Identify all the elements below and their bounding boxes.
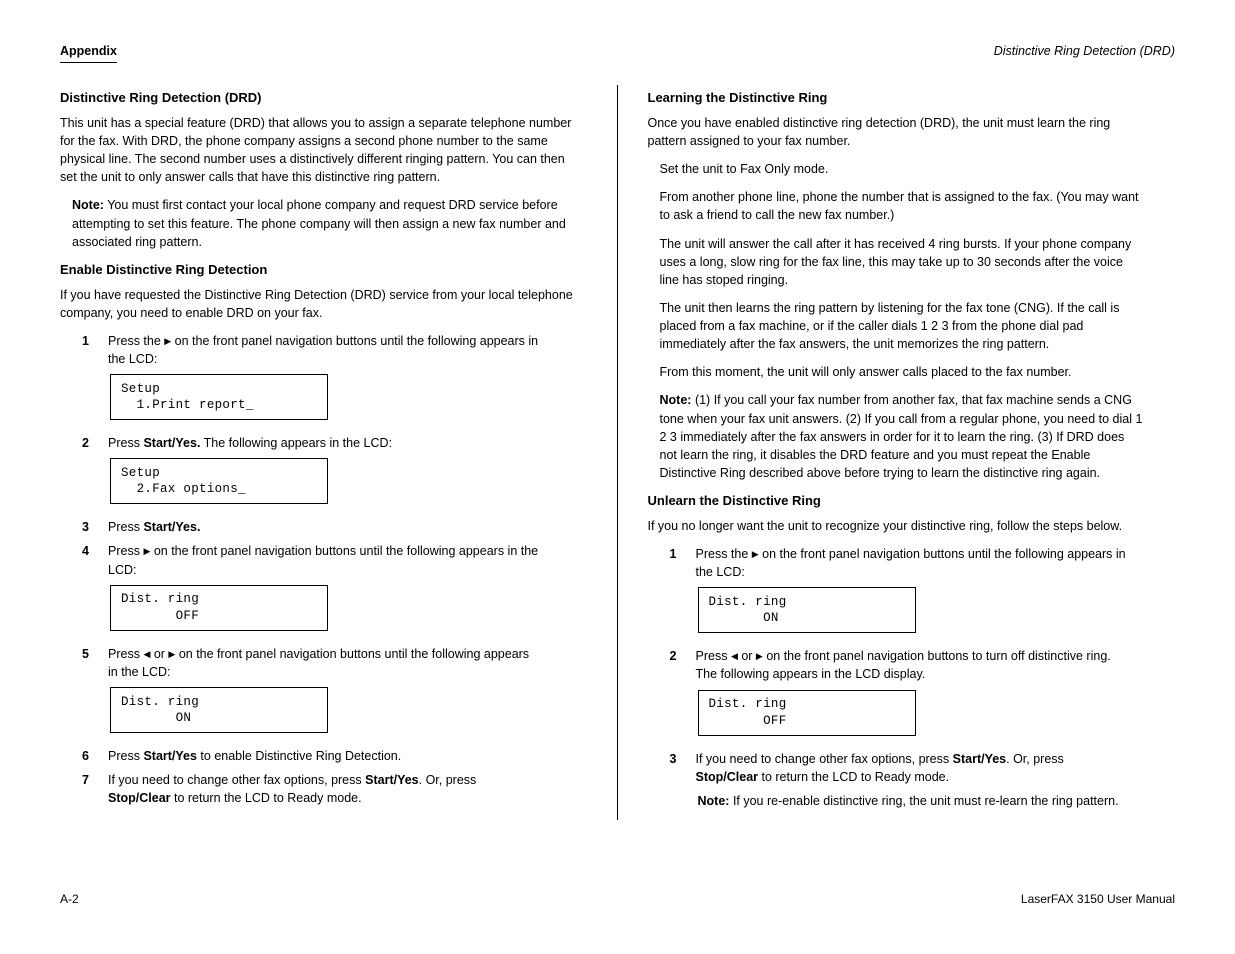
lcd-line-2: OFF: [709, 713, 905, 729]
note-label: Note:: [660, 393, 692, 407]
drd-note: Note: You must first contact your local …: [60, 196, 575, 250]
left-arrow-icon: [731, 649, 738, 663]
lcd-screen: Setup 2.Fax options_: [110, 458, 328, 504]
step-text: Press or on the front panel navigation b…: [108, 645, 542, 681]
learn-bullet-5: From this moment, the unit will only ans…: [648, 363, 1146, 381]
learn-bullet-1: Set the unit to Fax Only mode.: [648, 160, 1146, 178]
step-number: 1: [670, 545, 686, 563]
step-text: Press Start/Yes to enable Distinctive Ri…: [108, 747, 542, 765]
learn-bullet-4: The unit then learns the ring pattern by…: [648, 299, 1146, 353]
lcd-display-r1: Dist. ring ON: [698, 587, 1146, 633]
lcd-screen: Setup 1.Print report_: [110, 374, 328, 420]
lcd-line-2: ON: [121, 710, 317, 726]
heading-enable-drd: Enable Distinctive Ring Detection: [60, 261, 575, 280]
lcd-line-1: Setup: [121, 381, 317, 397]
left-step-4: 4 Press on the front panel navigation bu…: [82, 542, 542, 578]
lcd-display-3: Dist. ring OFF: [110, 585, 575, 631]
left-step-1: 1 Press the on the front panel navigatio…: [82, 332, 542, 368]
step-number: 4: [82, 542, 98, 560]
left-step-3: 3 Press Start/Yes.: [82, 518, 542, 536]
note-label: Note:: [698, 794, 730, 808]
content-columns: Distinctive Ring Detection (DRD) This un…: [60, 85, 1175, 820]
lcd-line-2: 2.Fax options_: [121, 481, 317, 497]
heading-learn-ring: Learning the Distinctive Ring: [648, 89, 1146, 108]
page-number: A-2: [60, 891, 79, 908]
left-step-2: 2 Press Start/Yes. The following appears…: [82, 434, 542, 452]
step-number: 5: [82, 645, 98, 663]
lcd-line-1: Dist. ring: [709, 594, 905, 610]
step-number: 7: [82, 771, 98, 789]
note-label: Note:: [72, 198, 104, 212]
note-text: You must first contact your local phone …: [72, 198, 566, 248]
lcd-line-2: ON: [709, 610, 905, 626]
unlearn-intro: If you no longer want the unit to recogn…: [648, 517, 1146, 535]
lcd-display-1: Setup 1.Print report_: [110, 374, 575, 420]
step-number: 6: [82, 747, 98, 765]
step-text: If you need to change other fax options,…: [108, 771, 542, 807]
left-step-7: 7 If you need to change other fax option…: [82, 771, 542, 807]
manual-title: LaserFAX 3150 User Manual: [1021, 891, 1175, 908]
header-topic: Distinctive Ring Detection (DRD): [994, 42, 1175, 60]
lcd-line-2: 1.Print report_: [121, 397, 317, 413]
note-text: (1) If you call your fax number from ano…: [660, 393, 1143, 480]
step-number: 2: [82, 434, 98, 452]
step-number: 3: [670, 750, 686, 768]
header-section-label: Appendix: [60, 42, 117, 63]
page-header: Appendix Distinctive Ring Detection (DRD…: [60, 42, 1175, 63]
left-step-5: 5 Press or on the front panel navigation…: [82, 645, 542, 681]
lcd-line-1: Dist. ring: [121, 591, 317, 607]
page-footer: A-2 LaserFAX 3150 User Manual: [60, 891, 1175, 908]
step-text: Press the on the front panel navigation …: [108, 332, 542, 368]
step-number: 3: [82, 518, 98, 536]
step-text: Press the on the front panel navigation …: [696, 545, 1130, 581]
step-number: 1: [82, 332, 98, 350]
step-text: Press on the front panel navigation butt…: [108, 542, 542, 578]
lcd-line-2: OFF: [121, 608, 317, 624]
heading-unlearn-ring: Unlearn the Distinctive Ring: [648, 492, 1146, 511]
learn-note: Note: (1) If you call your fax number fr…: [648, 391, 1146, 482]
note-text: If you re-enable distinctive ring, the u…: [733, 794, 1119, 808]
enable-intro: If you have requested the Distinctive Ri…: [60, 286, 575, 322]
right-step-2: 2 Press or on the front panel navigation…: [670, 647, 1130, 683]
step-text: Press Start/Yes.: [108, 518, 542, 536]
lcd-display-r2: Dist. ring OFF: [698, 690, 1146, 736]
lcd-screen: Dist. ring OFF: [698, 690, 916, 736]
right-step-3: 3 If you need to change other fax option…: [670, 750, 1130, 786]
lcd-line-1: Dist. ring: [709, 696, 905, 712]
learn-bullet-2: From another phone line, phone the numbe…: [648, 188, 1146, 224]
right-step-1: 1 Press the on the front panel navigatio…: [670, 545, 1130, 581]
left-step-6: 6 Press Start/Yes to enable Distinctive …: [82, 747, 542, 765]
left-column: Distinctive Ring Detection (DRD) This un…: [60, 85, 618, 820]
lcd-display-2: Setup 2.Fax options_: [110, 458, 575, 504]
right-column: Learning the Distinctive Ring Once you h…: [618, 85, 1176, 820]
lcd-screen: Dist. ring ON: [698, 587, 916, 633]
step-text: Press Start/Yes. The following appears i…: [108, 434, 542, 452]
right-arrow-icon: [752, 547, 759, 561]
step-text: Press or on the front panel navigation b…: [696, 647, 1130, 683]
step-text: If you need to change other fax options,…: [696, 750, 1130, 786]
unlearn-note: Note: If you re-enable distinctive ring,…: [698, 792, 1138, 810]
lcd-line-1: Setup: [121, 465, 317, 481]
step-number: 2: [670, 647, 686, 665]
lcd-screen: Dist. ring ON: [110, 687, 328, 733]
drd-intro: This unit has a special feature (DRD) th…: [60, 114, 575, 187]
right-arrow-icon: [756, 649, 763, 663]
learn-bullet-3: The unit will answer the call after it h…: [648, 235, 1146, 289]
lcd-screen: Dist. ring OFF: [110, 585, 328, 631]
lcd-line-1: Dist. ring: [121, 694, 317, 710]
heading-drd: Distinctive Ring Detection (DRD): [60, 89, 575, 108]
lcd-display-4: Dist. ring ON: [110, 687, 575, 733]
learn-intro: Once you have enabled distinctive ring d…: [648, 114, 1146, 150]
